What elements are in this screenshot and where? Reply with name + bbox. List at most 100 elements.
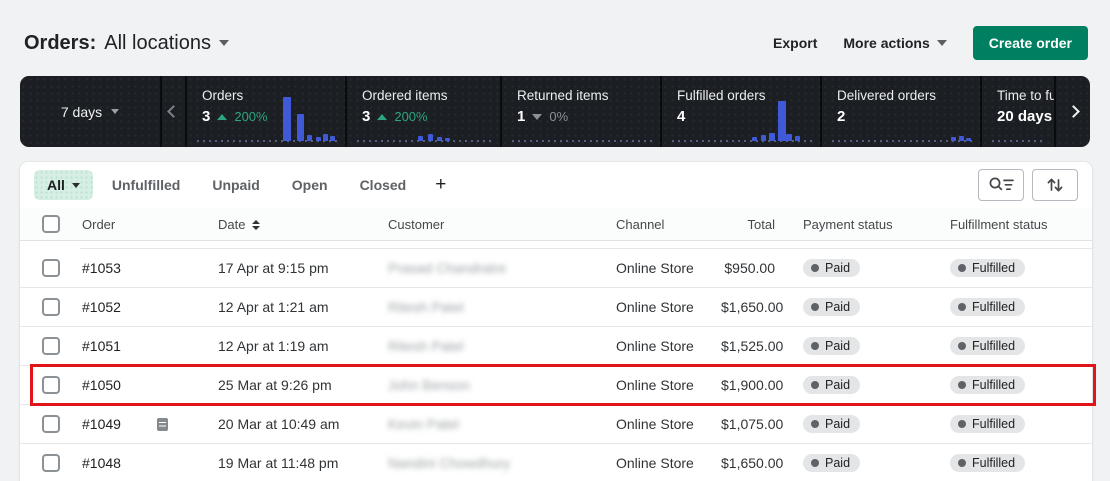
metric-tile[interactable]: Orders 3 200%	[185, 76, 345, 147]
fulfillment-status-badge: Fulfilled	[950, 415, 1025, 433]
table-row[interactable]: #1048 19 Mar at 11:48 pm Nandini Chowdhu…	[20, 443, 1092, 481]
payment-status-badge: Paid	[803, 376, 860, 394]
column-header-fulfillment[interactable]: Fulfillment status	[930, 217, 1092, 232]
metric-tile[interactable]: Time to fu 20 days	[980, 76, 1054, 147]
tab-open[interactable]: Open	[279, 170, 341, 200]
spark-bar	[795, 136, 800, 141]
table-spacer	[20, 241, 1092, 248]
export-button-label: Export	[773, 35, 817, 51]
order-number-cell[interactable]: #1050	[82, 377, 218, 393]
order-number-cell[interactable]: #1051	[82, 338, 218, 354]
page-header: Orders: All locations Export More action…	[0, 0, 1110, 60]
metric-tile[interactable]: Ordered items 3 200%	[345, 76, 500, 147]
total-cell: $1,900.00	[721, 377, 775, 393]
spark-bar	[752, 137, 757, 141]
search-filter-button[interactable]	[978, 169, 1024, 201]
metric-value: 1	[517, 108, 525, 125]
status-dot-icon	[811, 420, 819, 428]
metric-value: 3	[362, 108, 370, 125]
total-cell: $1,075.00	[721, 416, 775, 432]
column-header-total[interactable]: Total	[721, 217, 775, 232]
row-checkbox[interactable]	[42, 415, 60, 433]
spark-bar	[761, 135, 766, 141]
metric-tile[interactable]: Returned items 1 0%	[500, 76, 660, 147]
sort-button[interactable]	[1032, 169, 1078, 201]
row-checkbox[interactable]	[42, 454, 60, 472]
order-number-cell[interactable]: #1053	[82, 260, 218, 276]
spark-bar	[316, 137, 321, 141]
export-button[interactable]: Export	[773, 35, 817, 51]
column-header-customer[interactable]: Customer	[388, 217, 616, 232]
row-checkbox[interactable]	[42, 259, 60, 277]
order-number-cell[interactable]: #1048	[82, 455, 218, 471]
table-row[interactable]: #1051 12 Apr at 1:19 am Ritesh Patel Onl…	[20, 326, 1092, 365]
status-dot-icon	[811, 264, 819, 272]
location-selector[interactable]: All locations	[104, 32, 229, 55]
date-range-selector[interactable]: 7 days	[20, 76, 160, 147]
order-number-cell[interactable]: #1049	[82, 416, 218, 432]
column-header-payment[interactable]: Payment status	[775, 217, 930, 232]
more-actions-label: More actions	[843, 35, 929, 51]
total-cell: $1,650.00	[721, 299, 775, 315]
table-row[interactable]: #1053 17 Apr at 9:15 pm Prasad Chandratr…	[20, 248, 1092, 287]
date-cell: 12 Apr at 1:19 am	[218, 338, 388, 354]
table-row[interactable]: #1049 20 Mar at 10:49 am Kevin Patel Onl…	[20, 404, 1092, 443]
metric-tile[interactable]: Fulfilled orders 4	[660, 76, 820, 147]
table-row[interactable]: #1050 25 Mar at 9:26 pm John Benson Onli…	[20, 365, 1092, 404]
tab-unfulfilled[interactable]: Unfulfilled	[99, 170, 193, 200]
spark-bar	[323, 134, 328, 141]
status-dot-icon	[958, 459, 966, 467]
add-view-button[interactable]: +	[425, 170, 456, 200]
spark-bar	[959, 136, 964, 141]
metric-value: 2	[837, 108, 845, 125]
order-number-cell[interactable]: #1052	[82, 299, 218, 315]
select-all-checkbox[interactable]	[42, 215, 60, 233]
row-checkbox[interactable]	[42, 376, 60, 394]
table-row[interactable]: #1052 12 Apr at 1:21 am Ritesh Patel Onl…	[20, 287, 1092, 326]
metric-trend-pct: 200%	[234, 109, 267, 124]
trend-arrow-icon	[377, 114, 387, 120]
status-dot-icon	[811, 381, 819, 389]
fulfillment-status-badge: Fulfilled	[950, 259, 1025, 277]
total-cell: $1,525.00	[721, 338, 775, 354]
tab-all[interactable]: All	[34, 170, 93, 200]
spark-bar	[428, 134, 433, 141]
status-dot-icon	[958, 381, 966, 389]
row-checkbox[interactable]	[42, 298, 60, 316]
create-order-button[interactable]: Create order	[973, 26, 1088, 60]
metrics-prev-button[interactable]	[160, 76, 185, 147]
location-selector-label: All locations	[104, 32, 211, 55]
customer-cell: Prasad Chandratre	[388, 260, 506, 276]
channel-cell: Online Store	[616, 416, 721, 432]
date-cell: 17 Apr at 9:15 pm	[218, 260, 388, 276]
trend-arrow-icon	[217, 114, 227, 120]
metric-tile[interactable]: Delivered orders 2	[820, 76, 980, 147]
more-actions-button[interactable]: More actions	[843, 35, 946, 51]
row-checkbox[interactable]	[42, 337, 60, 355]
metrics-next-button[interactable]	[1054, 76, 1090, 147]
column-header-date-label: Date	[218, 217, 245, 232]
spark-bar	[418, 136, 423, 141]
sort-arrows-icon	[252, 220, 260, 230]
tab-row: AllUnfulfilledUnpaidOpenClosed+	[20, 162, 1092, 208]
column-header-order[interactable]: Order	[82, 217, 218, 232]
metric-trend-pct: 200%	[394, 109, 427, 124]
channel-cell: Online Store	[616, 299, 721, 315]
chevron-down-icon	[937, 40, 947, 46]
spark-bar	[445, 138, 450, 141]
total-cell: $1,650.00	[721, 455, 775, 471]
metric-trend-pct: 0%	[549, 109, 568, 124]
tab-closed[interactable]: Closed	[347, 170, 420, 200]
note-icon	[157, 418, 168, 431]
tab-unpaid[interactable]: Unpaid	[199, 170, 272, 200]
column-header-date[interactable]: Date	[218, 217, 388, 232]
chevron-down-icon	[111, 109, 119, 114]
table-toolbar	[978, 169, 1078, 201]
date-cell: 12 Apr at 1:21 am	[218, 299, 388, 315]
customer-cell: Ritesh Patel	[388, 338, 463, 354]
spark-bar	[966, 138, 971, 141]
fulfillment-status-badge: Fulfilled	[950, 376, 1025, 394]
metrics-bar: 7 days Orders 3 200% Ordered items 3 200…	[20, 76, 1090, 147]
column-header-channel[interactable]: Channel	[616, 217, 721, 232]
status-dot-icon	[811, 303, 819, 311]
